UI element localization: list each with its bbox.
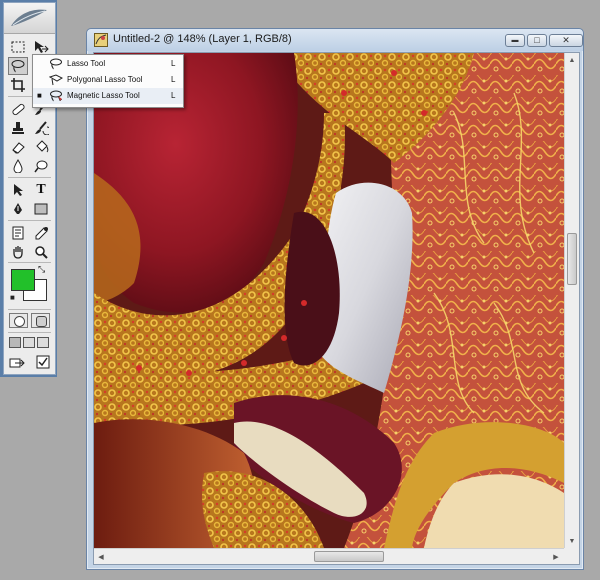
- rectangle-icon: [34, 203, 48, 215]
- foreground-color-swatch[interactable]: [11, 269, 35, 291]
- shape-tool[interactable]: [31, 200, 51, 218]
- default-colors-icon[interactable]: ■: [10, 293, 15, 302]
- selected-bullet-icon: ■: [37, 91, 42, 100]
- horizontal-scrollbar[interactable]: ◀ ▶: [94, 548, 564, 564]
- full-screen-menu-mode-button[interactable]: [23, 337, 35, 348]
- notes-icon: [12, 226, 24, 240]
- vertical-scroll-thumb[interactable]: [567, 233, 577, 285]
- minimize-button[interactable]: ▬: [505, 34, 525, 47]
- image-canvas[interactable]: [94, 53, 564, 548]
- swap-colors-icon[interactable]: ⤡: [38, 265, 45, 274]
- flyout-item-shortcut: L: [171, 75, 176, 84]
- photoshop-document-icon: [94, 33, 108, 47]
- separator: [8, 309, 51, 310]
- crop-tool[interactable]: [8, 76, 28, 94]
- quick-mask-mode-button[interactable]: [31, 313, 50, 328]
- drop-icon: [13, 159, 23, 173]
- scroll-left-arrow-icon[interactable]: ◀: [94, 550, 108, 564]
- lasso-icon: [50, 58, 62, 70]
- hand-tool[interactable]: [8, 243, 28, 261]
- marquee-tool[interactable]: [8, 38, 28, 56]
- paint-bucket-icon: [35, 140, 48, 153]
- horizontal-scroll-thumb[interactable]: [314, 551, 384, 562]
- lasso-icon: [11, 60, 25, 73]
- flyout-item-label: Magnetic Lasso Tool: [67, 91, 140, 100]
- scroll-down-arrow-icon[interactable]: ▼: [565, 534, 579, 548]
- document-title-bar[interactable]: Untitled-2 @ 148% (Layer 1, RGB/8) ▬ □ ✕: [87, 29, 583, 51]
- flyout-item-magnetic-lasso[interactable]: ■ Magnetic Lasso Tool L: [33, 88, 183, 104]
- separator: [8, 220, 51, 221]
- notes-tool[interactable]: [8, 224, 28, 242]
- history-brush-icon: [34, 121, 49, 135]
- zoom-icon: [35, 246, 48, 259]
- checkmark-icon: [36, 355, 50, 369]
- canvas-area: ▲ ▼ ◀ ▶: [93, 52, 580, 565]
- polygonal-lasso-icon: [49, 74, 63, 86]
- separator: [8, 177, 51, 178]
- photoshop-feather-header[interactable]: [4, 3, 55, 34]
- vertical-scrollbar[interactable]: ▲ ▼: [564, 53, 579, 548]
- path-selection-tool[interactable]: [8, 181, 28, 199]
- magnetic-lasso-icon: [50, 90, 63, 102]
- scroll-right-arrow-icon[interactable]: ▶: [549, 550, 563, 564]
- type-tool[interactable]: T: [31, 181, 51, 199]
- flyout-item-shortcut: L: [171, 59, 176, 68]
- document-title: Untitled-2 @ 148% (Layer 1, RGB/8): [113, 33, 292, 45]
- close-icon: ✕: [562, 35, 570, 45]
- eyedropper-icon: [35, 227, 48, 240]
- jump-to-imageready-button[interactable]: [8, 353, 30, 371]
- feather-logo-icon: [11, 9, 47, 26]
- eraser-icon: [11, 142, 25, 154]
- costume-photo-image: [94, 53, 564, 548]
- standard-screen-mode-button[interactable]: [9, 337, 21, 348]
- separator: [8, 332, 51, 333]
- crop-icon: [11, 78, 25, 92]
- pen-icon: [14, 203, 22, 214]
- maximize-icon: □: [534, 35, 540, 45]
- check-icon-button[interactable]: [33, 353, 53, 371]
- hand-icon: [13, 246, 23, 259]
- pen-tool[interactable]: [8, 200, 28, 218]
- close-button[interactable]: ✕: [549, 34, 583, 47]
- flyout-item-polygonal-lasso[interactable]: Polygonal Lasso Tool L: [33, 72, 183, 88]
- healing-tool[interactable]: [8, 100, 28, 118]
- stamp-tool[interactable]: [8, 119, 28, 137]
- scroll-up-arrow-icon[interactable]: ▲: [565, 53, 579, 67]
- separator: [8, 262, 51, 263]
- flyout-item-label: Lasso Tool: [67, 59, 106, 68]
- stamp-icon: [12, 122, 24, 134]
- standard-mode-button[interactable]: [9, 313, 28, 328]
- move-icon: [35, 41, 49, 53]
- arrow-icon: [14, 184, 23, 196]
- document-window: Untitled-2 @ 148% (Layer 1, RGB/8) ▬ □ ✕: [86, 28, 584, 570]
- eyedropper-tool[interactable]: [31, 224, 51, 242]
- imageready-icon: [9, 358, 25, 368]
- bandage-icon: [11, 103, 25, 116]
- flyout-item-label: Polygonal Lasso Tool: [67, 75, 143, 84]
- flyout-item-lasso[interactable]: Lasso Tool L: [33, 56, 183, 72]
- minimize-icon: ▬: [511, 37, 519, 44]
- eraser-tool[interactable]: [8, 138, 28, 156]
- resize-grip[interactable]: [564, 548, 579, 564]
- full-screen-mode-button[interactable]: [37, 337, 49, 348]
- maximize-button[interactable]: □: [527, 34, 547, 47]
- lasso-tool[interactable]: [8, 57, 28, 75]
- flyout-item-shortcut: L: [171, 91, 176, 100]
- history-brush-tool[interactable]: [31, 119, 51, 137]
- blur-tool[interactable]: [8, 157, 28, 175]
- dodge-tool[interactable]: [31, 157, 51, 175]
- paint-bucket-tool[interactable]: [31, 138, 51, 156]
- dodge-icon: [33, 160, 47, 173]
- zoom-tool[interactable]: [31, 243, 51, 261]
- marquee-icon: [11, 41, 25, 53]
- lasso-tool-flyout: Lasso Tool L Polygonal Lasso Tool L ■ Ma…: [32, 54, 184, 108]
